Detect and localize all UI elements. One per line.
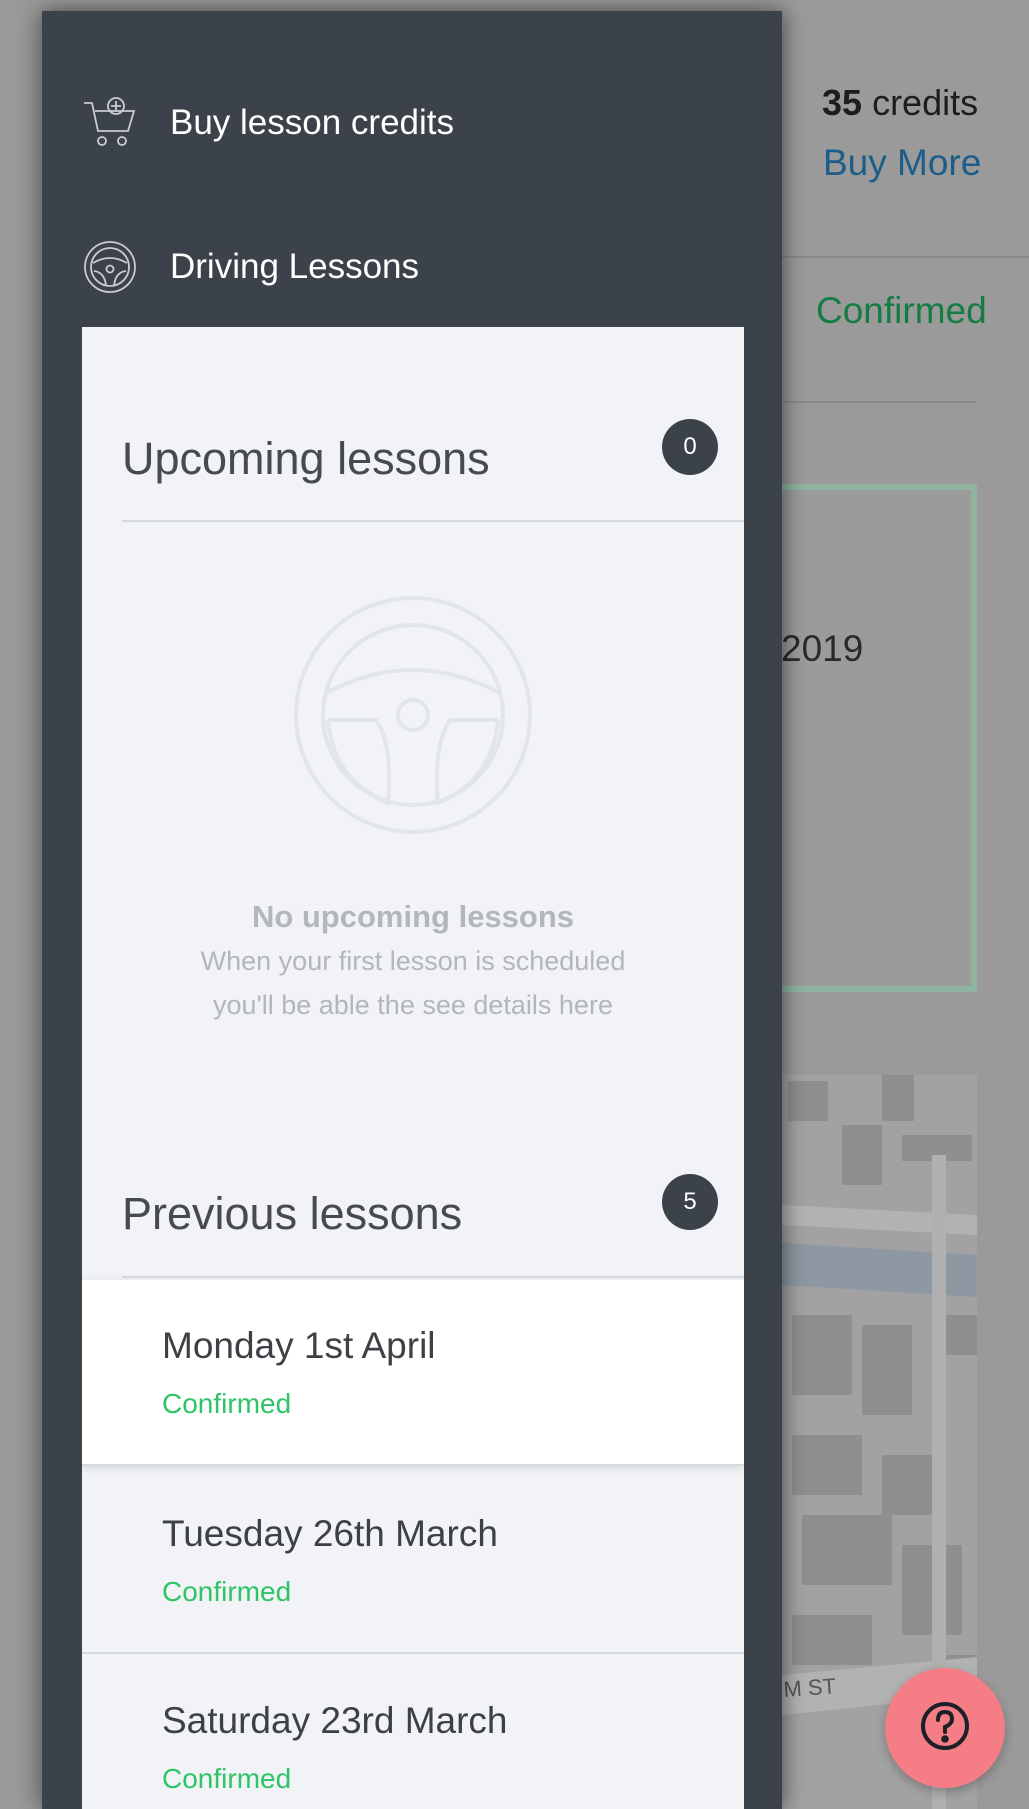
lesson-status: Confirmed	[162, 1388, 292, 1419]
upcoming-empty-state: No upcoming lessons When your first less…	[82, 595, 744, 1027]
cart-plus-icon	[82, 95, 138, 151]
background-status: Confirmed	[816, 290, 987, 331]
empty-state-description: When your first lesson is scheduled you'…	[200, 946, 626, 1020]
section-divider	[122, 1276, 744, 1278]
count-badge: 0	[662, 419, 718, 475]
section-title: Previous lessons	[122, 1188, 463, 1239]
background-divider	[782, 401, 977, 403]
lesson-list-item[interactable]: Monday 1st April Confirmed	[82, 1280, 744, 1466]
section-divider	[122, 520, 744, 522]
lesson-list-item[interactable]: Tuesday 26th March Confirmed	[82, 1468, 744, 1654]
credits-balance: 35 credits	[822, 82, 979, 123]
lesson-date: Monday 1st April	[162, 1325, 436, 1366]
lesson-status: Confirmed	[162, 1763, 292, 1794]
count-badge: 5	[662, 1174, 718, 1230]
previous-lessons-header: Previous lessons 5	[122, 1174, 722, 1254]
background-date-fragment: 2019	[781, 628, 864, 669]
menu-item-driving-lessons[interactable]: Driving Lessons	[82, 237, 419, 297]
lesson-status: Confirmed	[162, 1576, 292, 1607]
buy-more-link[interactable]: Buy More	[823, 142, 981, 184]
steering-wheel-icon	[82, 239, 138, 295]
empty-state-title: No upcoming lessons	[251, 899, 575, 934]
menu-item-label: Buy lesson credits	[170, 103, 455, 142]
lessons-panel: Upcoming lessons 0 No upcoming lessons W…	[82, 327, 744, 1809]
steering-wheel-icon	[293, 595, 533, 835]
map-street-label: M ST	[783, 1673, 837, 1702]
section-title: Upcoming lessons	[122, 433, 490, 484]
menu-item-label: Driving Lessons	[170, 247, 419, 286]
menu-item-buy-lesson-credits[interactable]: Buy lesson credits	[82, 93, 454, 153]
background-divider	[782, 256, 1029, 258]
upcoming-lessons-header: Upcoming lessons 0	[122, 419, 722, 499]
navigation-drawer: Buy lesson credits Driving Lessons Upcom…	[42, 11, 782, 1809]
question-mark-icon	[919, 1700, 971, 1757]
background-lesson-card	[760, 484, 977, 992]
lesson-date: Saturday 23rd March	[162, 1700, 508, 1741]
lesson-date: Tuesday 26th March	[162, 1513, 498, 1554]
help-button[interactable]	[885, 1668, 1005, 1788]
lesson-list-item[interactable]: Saturday 23rd March Confirmed	[82, 1655, 744, 1809]
